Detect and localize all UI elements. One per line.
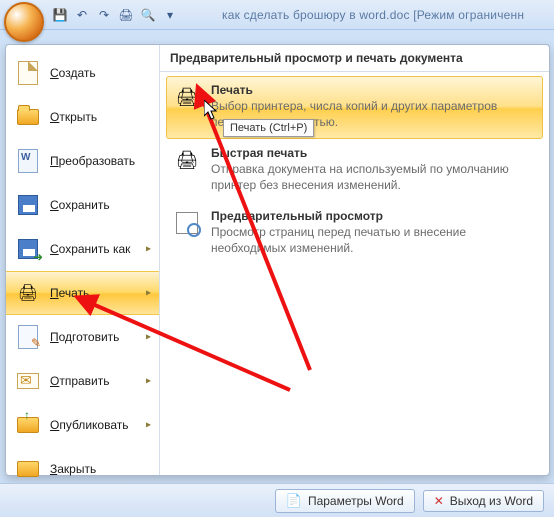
print-submenu: Печать Выбор принтера, числа копий и дру… [160,72,549,270]
qat-quickprint-icon[interactable]: 🖨 [118,7,134,23]
qat-undo-icon[interactable]: ↶ [74,7,90,23]
submenu-preview-title: Предварительный просмотр [211,209,536,223]
word-options-button[interactable]: Параметры Word [275,489,415,513]
menu-open-label: Открыть [50,110,97,124]
menu-open[interactable]: Открыть [6,95,159,139]
new-icon [16,61,40,85]
menu-save-as[interactable]: Сохранить как ▸ [6,227,159,271]
printer-icon [173,83,201,111]
menu-publish-label: Опубликовать [50,418,128,432]
word-options-label: Параметры Word [308,494,404,508]
menu-save[interactable]: Сохранить [6,183,159,227]
menu-print[interactable]: Печать ▸ [6,271,159,315]
menu-save-as-label: Сохранить как [50,242,130,256]
prepare-icon [16,325,40,349]
save-as-icon [16,237,40,261]
office-menu-left: Создать Открыть Преобразовать Сохранить … [6,45,160,475]
office-menu-panel: Создать Открыть Преобразовать Сохранить … [5,44,550,476]
titlebar: 💾 ↶ ↷ 🖨 🔍 ▾ как сделать брошюру в word.d… [0,0,554,30]
open-icon [16,105,40,129]
menu-prepare-label: Подготовить [50,330,119,344]
right-panel-heading: Предварительный просмотр и печать докуме… [160,45,549,72]
menu-convert[interactable]: Преобразовать [6,139,159,183]
submenu-print-preview[interactable]: Предварительный просмотр Просмотр страни… [166,202,543,265]
menu-new-label: Создать [50,66,96,80]
print-icon [16,281,40,305]
exit-word-button[interactable]: Выход из Word [423,490,544,512]
submenu-quick-print-desc: Отправка документа на используемый по ум… [211,162,536,193]
chevron-right-icon: ▸ [146,332,151,343]
menu-send[interactable]: Отправить ▸ [6,359,159,403]
exit-icon [434,494,444,508]
quick-print-icon [173,146,201,174]
qat-preview-icon[interactable]: 🔍 [140,7,156,23]
menu-publish[interactable]: Опубликовать ▸ [6,403,159,447]
chevron-right-icon: ▸ [146,244,151,255]
chevron-right-icon: ▸ [146,420,151,431]
publish-icon [16,413,40,437]
menu-new[interactable]: Создать [6,51,159,95]
qat-save-icon[interactable]: 💾 [52,7,68,23]
menu-save-label: Сохранить [50,198,110,212]
submenu-preview-desc: Просмотр страниц перед печатью и внесени… [211,225,536,256]
menu-close-label: Закрыть [50,462,96,476]
print-preview-icon [173,209,201,237]
menu-prepare[interactable]: Подготовить ▸ [6,315,159,359]
convert-icon [16,149,40,173]
menu-convert-label: Преобразовать [50,154,135,168]
qat-redo-icon[interactable]: ↷ [96,7,112,23]
exit-word-label: Выход из Word [450,494,533,508]
tooltip-print: Печать (Ctrl+P) [223,119,314,137]
office-menu-footer: Параметры Word Выход из Word [0,483,554,517]
chevron-right-icon: ▸ [146,288,151,299]
quick-access-toolbar: 💾 ↶ ↷ 🖨 🔍 ▾ [52,7,178,23]
submenu-print-title: Печать [211,83,536,97]
save-icon [16,193,40,217]
submenu-quick-print-title: Быстрая печать [211,146,536,160]
menu-send-label: Отправить [50,374,110,388]
office-button[interactable] [4,2,44,42]
menu-print-label: Печать [50,286,89,300]
qat-dropdown-icon[interactable]: ▾ [162,7,178,23]
send-icon [16,369,40,393]
close-icon [16,457,40,481]
submenu-print[interactable]: Печать Выбор принтера, числа копий и дру… [166,76,543,139]
options-icon [286,493,302,509]
submenu-quick-print[interactable]: Быстрая печать Отправка документа на исп… [166,139,543,202]
document-title: как сделать брошюру в word.doc [Режим ог… [222,8,524,22]
chevron-right-icon: ▸ [146,376,151,387]
office-menu-right: Предварительный просмотр и печать докуме… [160,45,549,475]
